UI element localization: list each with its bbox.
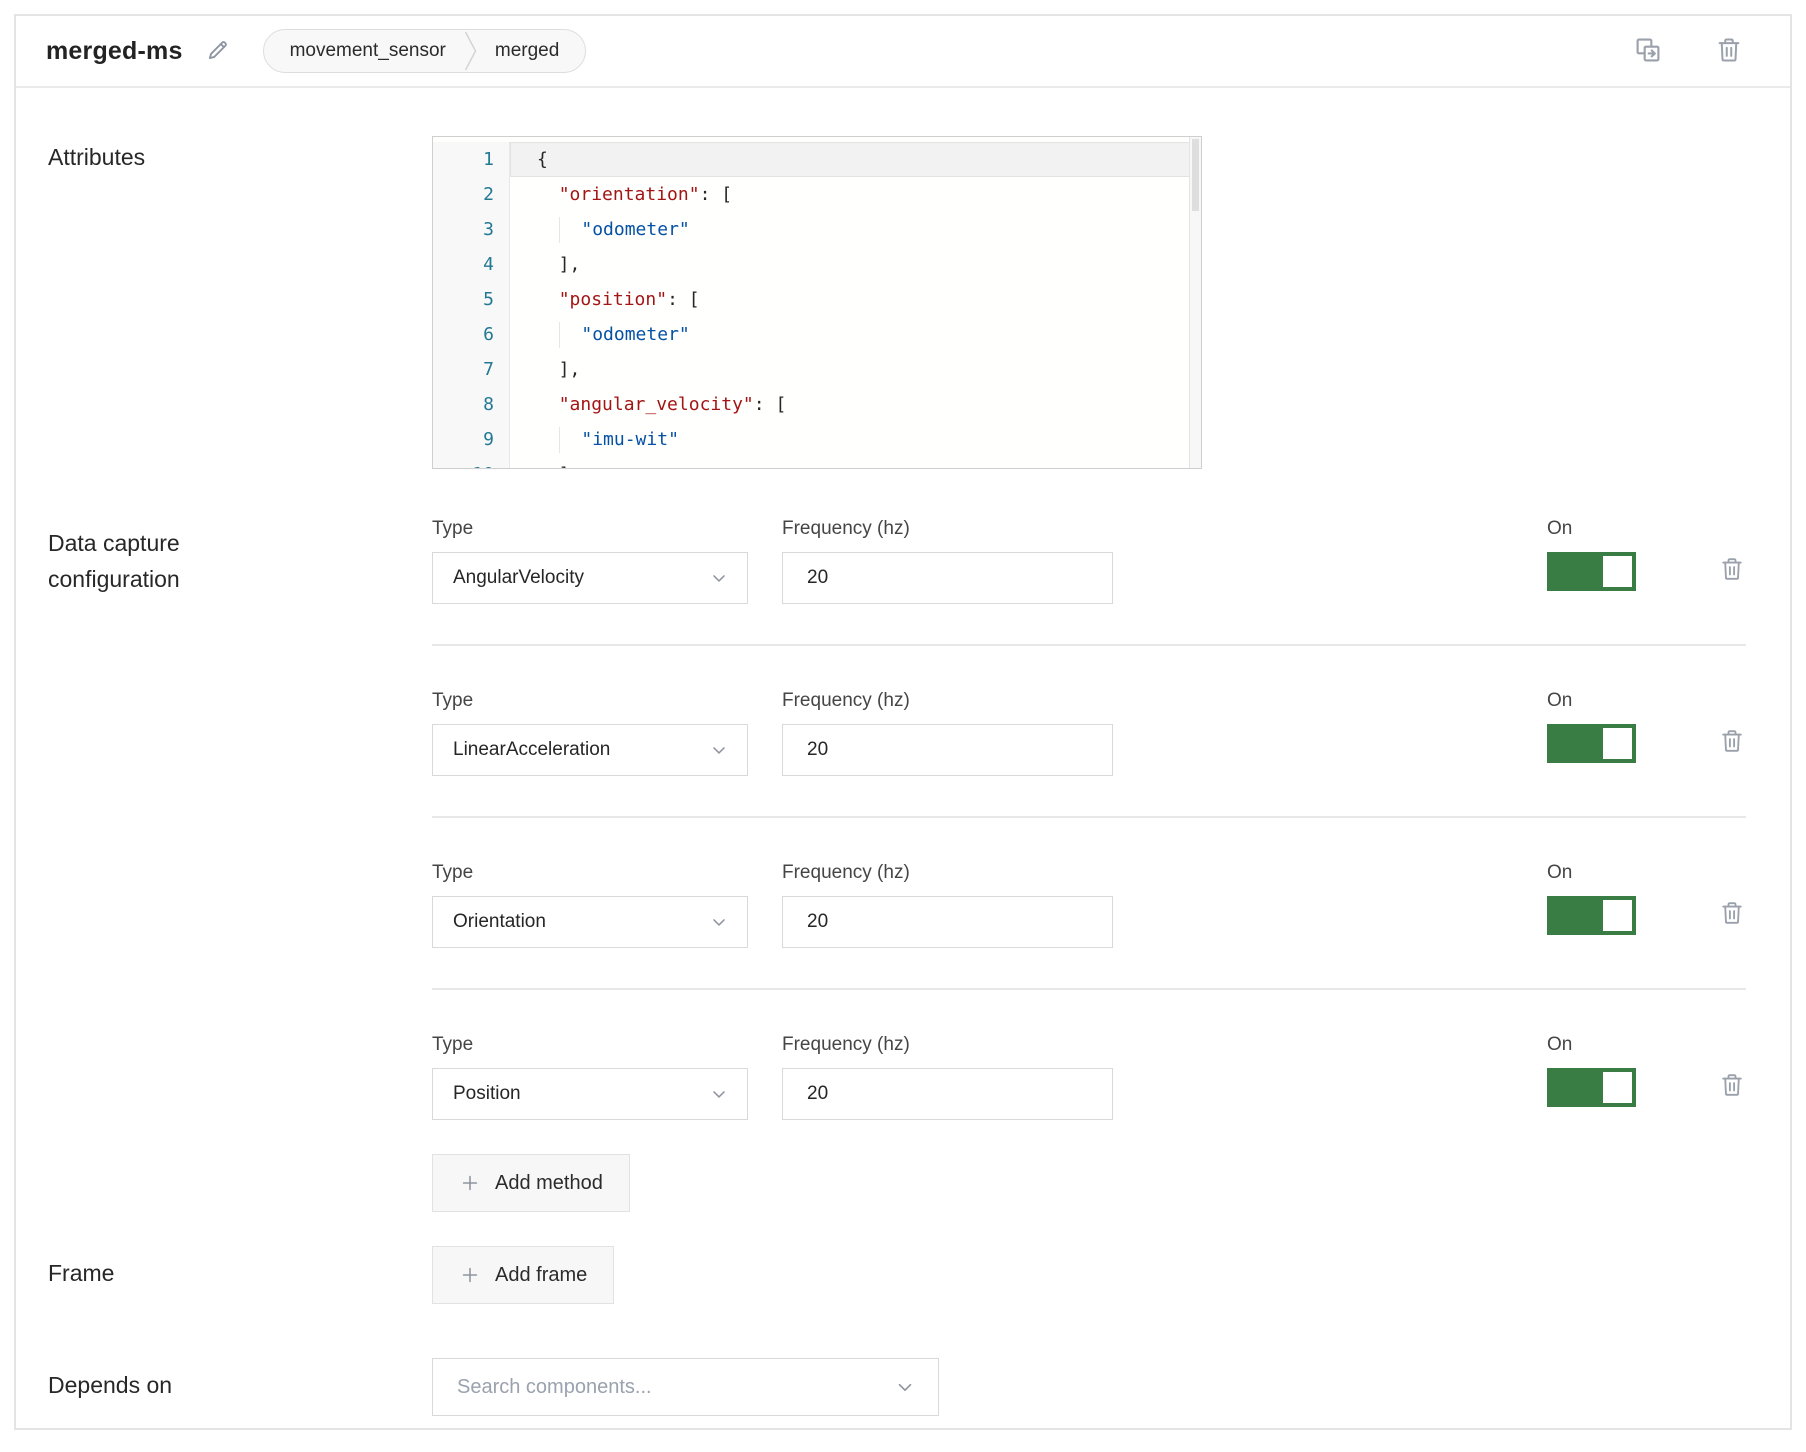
plus-icon xyxy=(459,1172,481,1194)
code-line: 7 ], xyxy=(433,352,1201,387)
on-label: On xyxy=(1547,1034,1636,1056)
frequency-label: Frequency (hz) xyxy=(782,862,1113,884)
depends-on-select[interactable]: Search components... xyxy=(432,1358,939,1416)
add-method-label: Add method xyxy=(495,1172,603,1195)
data-capture-label: Data capture configuration xyxy=(48,518,432,1212)
add-frame-label: Add frame xyxy=(495,1264,587,1287)
frame-label: Frame xyxy=(48,1246,432,1304)
code-line: 6 "odometer" xyxy=(433,317,1201,352)
delete-capture-row-button[interactable] xyxy=(1718,899,1746,930)
chevron-down-icon xyxy=(709,1084,729,1104)
row-divider xyxy=(432,816,1746,818)
code-line: 9 "imu-wit" xyxy=(433,422,1201,457)
depends-on-placeholder: Search components... xyxy=(457,1376,652,1399)
chevron-down-icon xyxy=(894,1376,916,1398)
code-line: 5 "position": [ xyxy=(433,282,1201,317)
capture-type-select[interactable]: LinearAcceleration xyxy=(432,724,748,776)
capture-frequency-input[interactable] xyxy=(782,724,1113,776)
component-title: merged-ms xyxy=(46,37,183,66)
chevron-down-icon xyxy=(709,912,729,932)
capture-type-select[interactable]: Position xyxy=(432,1068,748,1120)
breadcrumb: movement_sensor merged xyxy=(263,29,587,73)
capture-on-toggle[interactable] xyxy=(1547,552,1636,591)
breadcrumb-model: merged xyxy=(495,40,559,62)
capture-on-toggle[interactable] xyxy=(1547,896,1636,935)
capture-on-toggle[interactable] xyxy=(1547,724,1636,763)
capture-type-value: Position xyxy=(453,1083,521,1105)
component-card: merged-ms movement_sensor merged xyxy=(14,14,1792,1430)
capture-frequency-input[interactable] xyxy=(782,896,1113,948)
capture-frequency-input[interactable] xyxy=(782,552,1113,604)
depends-on-label: Depends on xyxy=(48,1358,432,1416)
frame-section: Frame Add frame xyxy=(48,1246,1746,1304)
add-method-button[interactable]: Add method xyxy=(432,1154,630,1212)
code-line: 1{ xyxy=(433,142,1201,177)
attributes-code-editor[interactable]: 1{2 "orientation": [3 "odometer"4 ],5 "p… xyxy=(432,136,1202,469)
capture-type-value: LinearAcceleration xyxy=(453,739,610,761)
capture-type-value: Orientation xyxy=(453,911,546,933)
type-label: Type xyxy=(432,518,748,540)
breadcrumb-type: movement_sensor xyxy=(290,40,446,62)
trash-icon xyxy=(1718,555,1746,586)
code-line: 2 "orientation": [ xyxy=(433,177,1201,212)
toggle-knob xyxy=(1603,556,1632,587)
trash-icon xyxy=(1718,899,1746,930)
delete-component-button[interactable] xyxy=(1714,35,1744,68)
capture-type-value: AngularVelocity xyxy=(453,567,584,589)
depends-on-section: Depends on Search components... xyxy=(48,1358,1746,1452)
data-capture-section: Data capture configuration Type AngularV… xyxy=(48,518,1746,1212)
plus-icon xyxy=(459,1264,481,1286)
on-label: On xyxy=(1547,690,1636,712)
edit-name-button[interactable] xyxy=(205,37,231,66)
capture-type-select[interactable]: AngularVelocity xyxy=(432,552,748,604)
code-line: 4 ], xyxy=(433,247,1201,282)
component-body: Attributes 1{2 "orientation": [3 "odomet… xyxy=(16,88,1790,1452)
pencil-icon xyxy=(205,37,231,66)
trash-icon xyxy=(1718,727,1746,758)
trash-icon xyxy=(1718,1071,1746,1102)
row-divider xyxy=(432,988,1746,990)
capture-on-toggle[interactable] xyxy=(1547,1068,1636,1107)
capture-row: Type Orientation Frequency (hz) xyxy=(432,862,1746,948)
header-actions xyxy=(1632,34,1744,69)
duplicate-component-button[interactable] xyxy=(1632,34,1664,69)
chevron-down-icon xyxy=(709,568,729,588)
code-line: 3 "odometer" xyxy=(433,212,1201,247)
component-header: merged-ms movement_sensor merged xyxy=(16,16,1790,88)
code-line: 10 ] xyxy=(433,457,1201,469)
type-label: Type xyxy=(432,690,748,712)
editor-scrollbar-thumb[interactable] xyxy=(1192,139,1199,211)
capture-row: Type Position Frequency (hz) On xyxy=(432,1034,1746,1120)
add-frame-button[interactable]: Add frame xyxy=(432,1246,614,1304)
capture-frequency-input[interactable] xyxy=(782,1068,1113,1120)
type-label: Type xyxy=(432,1034,748,1056)
attributes-label: Attributes xyxy=(48,136,432,469)
type-label: Type xyxy=(432,862,748,884)
attributes-section: Attributes 1{2 "orientation": [3 "odomet… xyxy=(48,136,1746,469)
chevron-down-icon xyxy=(709,740,729,760)
trash-icon xyxy=(1714,35,1744,68)
delete-capture-row-button[interactable] xyxy=(1718,1071,1746,1102)
on-label: On xyxy=(1547,518,1636,540)
toggle-knob xyxy=(1603,1072,1632,1103)
code-line: 8 "angular_velocity": [ xyxy=(433,387,1201,422)
row-divider xyxy=(432,644,1746,646)
on-label: On xyxy=(1547,862,1636,884)
capture-type-select[interactable]: Orientation xyxy=(432,896,748,948)
toggle-knob xyxy=(1603,900,1632,931)
delete-capture-row-button[interactable] xyxy=(1718,555,1746,586)
frequency-label: Frequency (hz) xyxy=(782,690,1113,712)
breadcrumb-separator-icon xyxy=(464,31,477,71)
frequency-label: Frequency (hz) xyxy=(782,518,1113,540)
frequency-label: Frequency (hz) xyxy=(782,1034,1113,1056)
editor-scrollbar[interactable] xyxy=(1189,137,1201,468)
toggle-knob xyxy=(1603,728,1632,759)
duplicate-icon xyxy=(1632,34,1664,69)
attributes-code-lines: 1{2 "orientation": [3 "odometer"4 ],5 "p… xyxy=(433,142,1201,469)
capture-row: Type LinearAcceleration Frequency (hz) xyxy=(432,690,1746,776)
delete-capture-row-button[interactable] xyxy=(1718,727,1746,758)
capture-row: Type AngularVelocity Frequency (hz) xyxy=(432,518,1746,604)
